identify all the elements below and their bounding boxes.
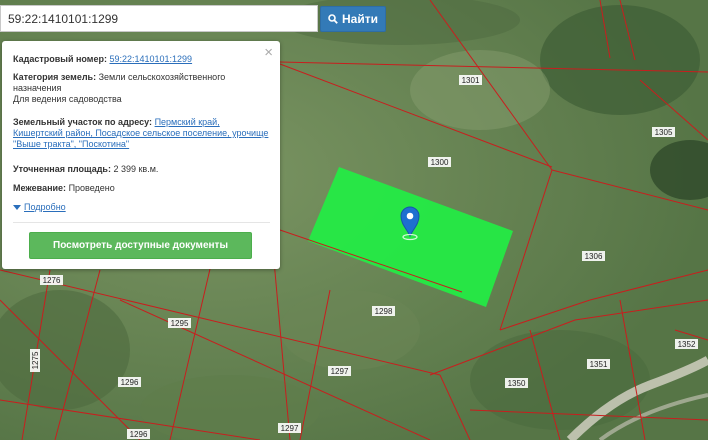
parcel-label: 1276 — [43, 276, 61, 285]
area-row: Уточненная площадь: 2 399 кв.м. — [13, 164, 270, 175]
area-label: Уточненная площадь: — [13, 164, 111, 174]
address-label: Земельный участок по адресу: — [13, 117, 153, 127]
parcel-label: 1296 — [130, 430, 148, 439]
parcel-label: 1298 — [375, 307, 393, 316]
parcel-label: 1297 — [281, 424, 299, 433]
parcel-label: 1306 — [585, 252, 603, 261]
parcel-label: 1350 — [508, 379, 526, 388]
parcel-label: 1295 — [171, 319, 189, 328]
parcel-label: 1297 — [331, 367, 349, 376]
area-value: 2 399 кв.м. — [113, 164, 159, 174]
land-category-row: Категория земель: Земли сельскохозяйстве… — [13, 72, 270, 105]
search-icon — [328, 14, 338, 24]
survey-row: Межевание: Проведено — [13, 183, 270, 194]
caret-down-icon — [13, 205, 21, 210]
parcel-label: 1300 — [431, 158, 449, 167]
parcel-label: 1296 — [121, 378, 139, 387]
survey-label: Межевание: — [13, 183, 67, 193]
parcel-info-popup: × Кадастровый номер: 59:22:1410101:1299 … — [2, 41, 280, 269]
cadastral-number-label: Кадастровый номер: — [13, 54, 107, 64]
parcel-label: 1305 — [655, 128, 673, 137]
land-usage-value: Для ведения садоводства — [13, 94, 122, 104]
survey-value: Проведено — [68, 183, 115, 193]
divider — [13, 222, 270, 223]
land-category-label: Категория земель: — [13, 72, 97, 82]
address-row: Земельный участок по адресу: Пермский кр… — [13, 117, 270, 150]
search-input[interactable] — [0, 5, 318, 32]
details-toggle[interactable]: Подробно — [13, 202, 270, 213]
search-button-label: Найти — [342, 12, 378, 26]
parcel-label: 1352 — [678, 340, 696, 349]
cadastral-number-row: Кадастровый номер: 59:22:1410101:1299 — [13, 54, 270, 65]
parcel-label: 1351 — [590, 360, 608, 369]
details-link[interactable]: Подробно — [24, 202, 66, 213]
view-documents-button-label: Посмотреть доступные документы — [53, 240, 228, 251]
view-documents-button[interactable]: Посмотреть доступные документы — [29, 232, 252, 259]
search-button[interactable]: Найти — [320, 6, 386, 32]
parcel-label: 1275 — [31, 351, 40, 369]
parcel-label: 1301 — [462, 76, 480, 85]
cadastral-number-link[interactable]: 59:22:1410101:1299 — [109, 54, 192, 64]
